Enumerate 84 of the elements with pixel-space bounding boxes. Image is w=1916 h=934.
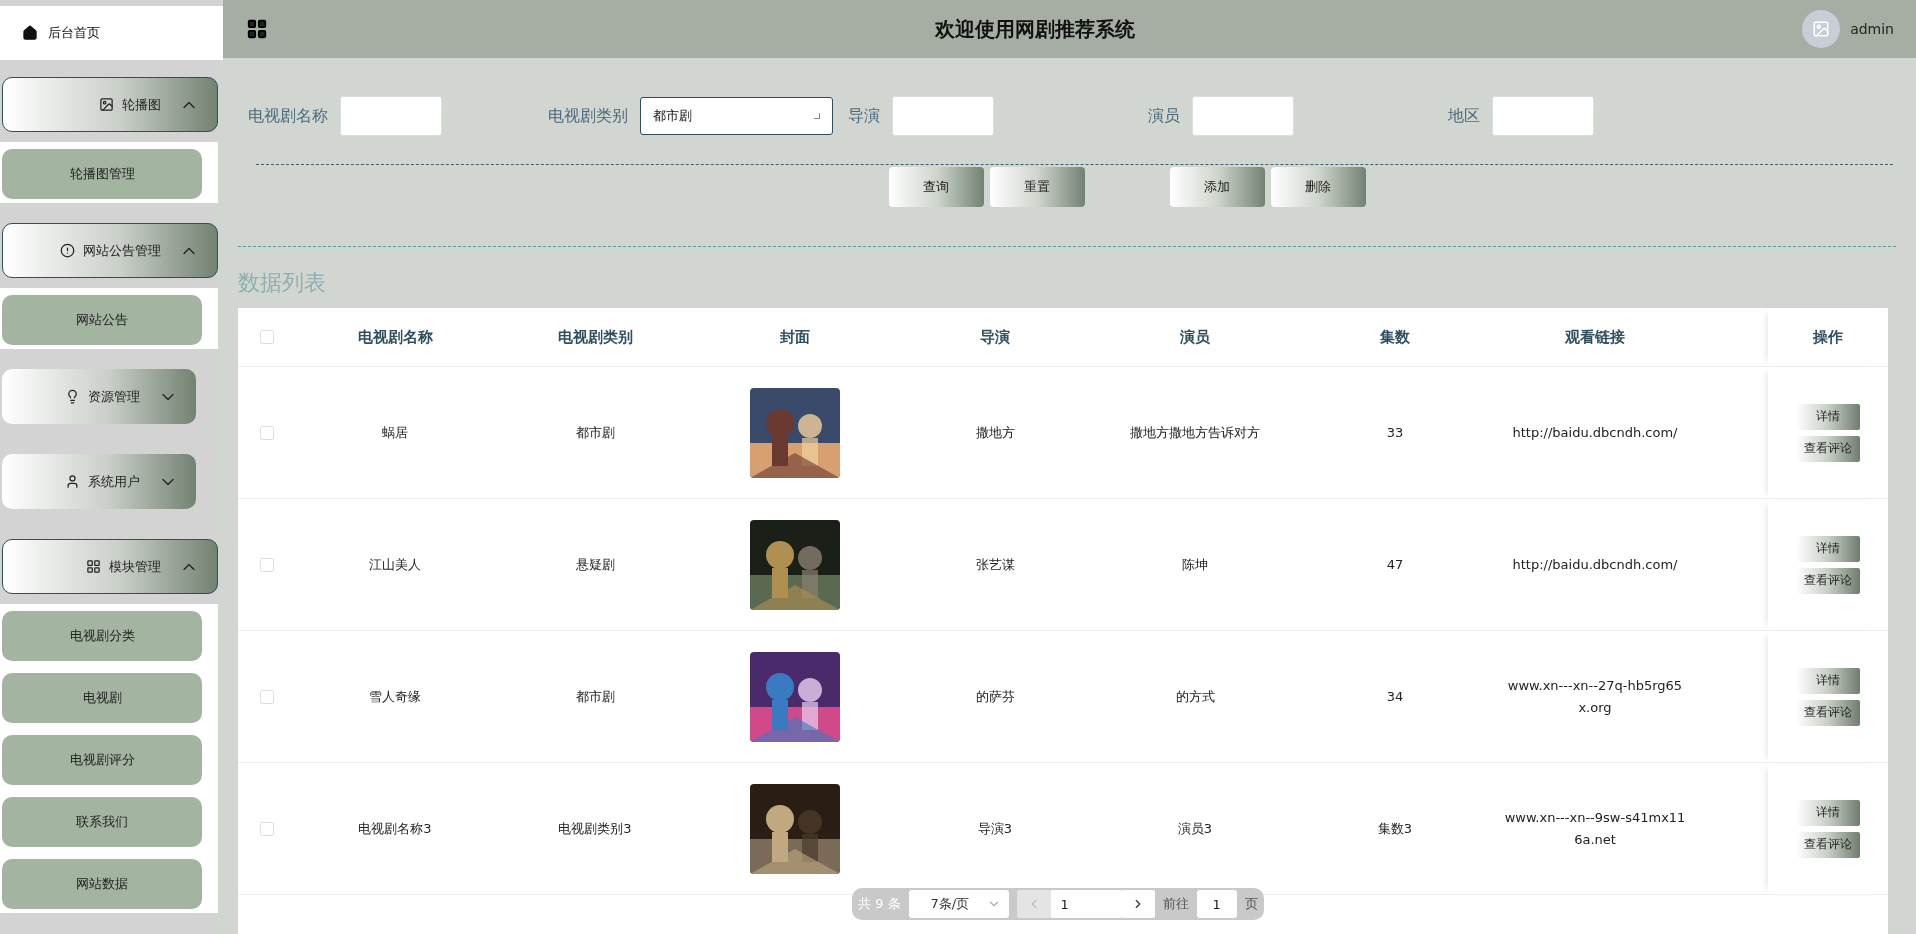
select-field[interactable]: 都市剧 <box>640 97 833 135</box>
table-cell: 陈坤 <box>1095 499 1295 631</box>
table-cell: 都市剧 <box>495 367 695 499</box>
field-label: 导演 <box>848 105 880 127</box>
menu-icon[interactable] <box>246 18 268 40</box>
column-header: 演员 <box>1095 308 1295 367</box>
field-label: 地区 <box>1448 105 1480 127</box>
menu-group-header[interactable]: 资源管理 <box>2 369 196 424</box>
table-cell: 47 <box>1295 499 1495 631</box>
action-button[interactable]: 删除 <box>1270 167 1366 207</box>
column-header: 观看链接 <box>1495 308 1695 367</box>
table-cell: 张艺谋 <box>895 499 1095 631</box>
table-cell: 雪人奇缘 <box>295 631 495 763</box>
row-action-button[interactable]: 详情 <box>1796 667 1860 694</box>
column-header: 操作 <box>1768 308 1888 367</box>
column-header: 电视剧类别 <box>495 308 695 367</box>
column-header: 导演 <box>895 308 1095 367</box>
avatar-icon[interactable] <box>1802 10 1841 48</box>
page-suffix: 页 <box>1244 895 1258 913</box>
row-action-button[interactable]: 详情 <box>1796 535 1860 562</box>
submenu-item[interactable]: 网站公告 <box>2 295 202 345</box>
row-action-button[interactable]: 查看评论 <box>1796 567 1860 594</box>
table-cell: 撒地方撒地方告诉对方 <box>1095 367 1295 499</box>
row-action-button[interactable]: 详情 <box>1796 799 1860 826</box>
submenu-item[interactable]: 网站数据 <box>2 859 202 909</box>
page-input[interactable]: 1 <box>1050 890 1121 918</box>
field-label: 电视剧名称 <box>248 105 328 127</box>
user-icon <box>65 474 80 489</box>
checkbox[interactable] <box>259 330 274 344</box>
home-menu-item[interactable]: 后台首页 <box>0 6 223 60</box>
table-cell: 撒地方 <box>895 367 1095 499</box>
table-cell: 悬疑剧 <box>495 499 695 631</box>
submenu-item[interactable]: 电视剧 <box>2 673 202 723</box>
goto-label: 前往 <box>1162 895 1189 913</box>
input-field[interactable] <box>892 96 994 136</box>
checkbox[interactable] <box>259 689 274 704</box>
menu-group-header[interactable]: 系统用户 <box>2 454 196 509</box>
menu-group-header[interactable]: 模块管理 <box>2 539 218 594</box>
home-icon <box>22 25 38 41</box>
user-name[interactable]: admin <box>1850 21 1894 37</box>
action-button[interactable]: 重置 <box>989 167 1085 207</box>
action-button[interactable]: 添加 <box>1169 167 1265 207</box>
checkbox[interactable] <box>259 557 274 572</box>
checkbox[interactable] <box>259 821 274 836</box>
table-cell: 33 <box>1295 367 1495 499</box>
input-field[interactable] <box>1492 96 1594 136</box>
action-button[interactable]: 查询 <box>888 167 984 207</box>
submenu-item[interactable]: 联系我们 <box>2 797 202 847</box>
column-header: 封面 <box>695 308 895 367</box>
checkbox[interactable] <box>259 425 274 440</box>
goto-input[interactable]: 1 <box>1196 890 1237 918</box>
input-field[interactable] <box>340 96 442 136</box>
table-cell: 蜗居 <box>295 367 495 499</box>
row-action-button[interactable]: 查看评论 <box>1796 435 1860 462</box>
column-header: 电视剧名称 <box>295 308 495 367</box>
table-cell-text: www.xn---xn--9sw-s41mx116a.net <box>1504 808 1686 849</box>
row-action-button[interactable]: 查看评论 <box>1796 831 1860 858</box>
lightbulb-icon <box>65 389 80 404</box>
table-cell: 的方式 <box>1095 631 1295 763</box>
input-field[interactable] <box>1192 96 1294 136</box>
table-cell-text: www.xn---xn--27q-hb5rg65x.org <box>1506 676 1684 717</box>
next-page-button[interactable] <box>1120 890 1155 918</box>
field-label: 演员 <box>1148 105 1180 127</box>
grid-icon <box>86 559 101 574</box>
submenu-item[interactable]: 电视剧分类 <box>2 611 202 661</box>
menu-group-header[interactable]: 网站公告管理 <box>2 223 218 278</box>
column-header: 集数 <box>1295 308 1495 367</box>
table-cell: 的萨芬 <box>895 631 1095 763</box>
alert-icon <box>60 243 75 258</box>
row-action-button[interactable]: 查看评论 <box>1796 699 1860 726</box>
image-icon <box>99 97 114 112</box>
table-cell-text: http://baidu.dbcndh.com/ <box>1512 423 1678 442</box>
table-cell: 都市剧 <box>495 631 695 763</box>
field-label: 电视剧类别 <box>548 105 628 127</box>
page-title: 欢迎使用网剧推荐系统 <box>933 15 1137 43</box>
table-cell: 34 <box>1295 631 1495 763</box>
table-cell-text: http://baidu.dbcndh.com/ <box>1512 555 1678 574</box>
table-cell: 江山美人 <box>295 499 495 631</box>
menu-group-header[interactable]: 轮播图 <box>2 77 218 132</box>
submenu-item[interactable]: 电视剧评分 <box>2 735 202 785</box>
submenu-item[interactable]: 轮播图管理 <box>2 149 202 199</box>
page-size-select[interactable]: 7条/页 <box>908 890 1009 918</box>
section-title: 数据列表 <box>238 269 327 297</box>
row-action-button[interactable]: 详情 <box>1796 403 1860 430</box>
